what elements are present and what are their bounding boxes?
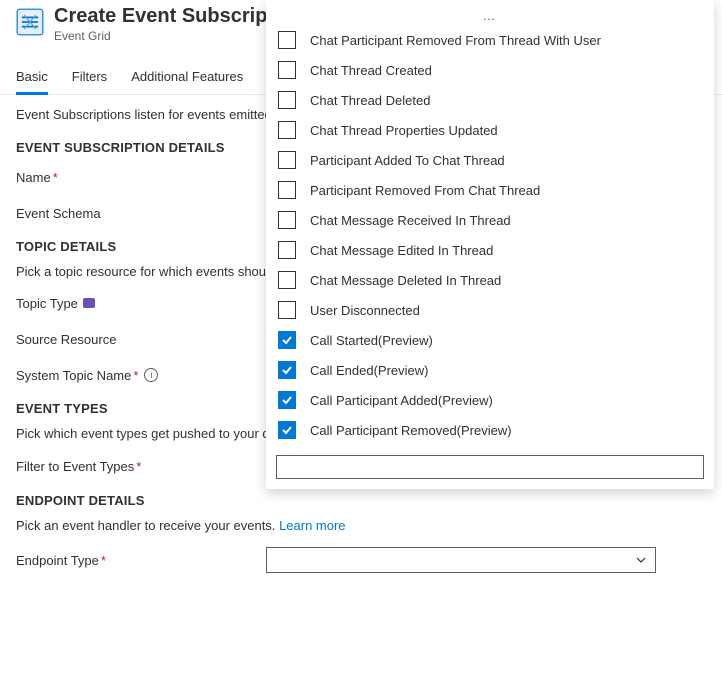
- checkbox[interactable]: [278, 271, 296, 289]
- label-topic-type: Topic Type: [16, 296, 266, 311]
- checkbox[interactable]: [278, 211, 296, 229]
- event-type-dropdown: … Chat Participant Removed From Thread W…: [266, 0, 714, 489]
- tab-basic[interactable]: Basic: [16, 61, 48, 94]
- label-event-schema: Event Schema: [16, 206, 266, 221]
- checkbox[interactable]: [278, 361, 296, 379]
- section-endpoint-details: ENDPOINT DETAILS: [16, 493, 706, 508]
- checkbox[interactable]: [278, 31, 296, 49]
- label-filter-event-types: Filter to Event Types*: [16, 459, 266, 474]
- label-system-topic-name: System Topic Name* i: [16, 368, 266, 383]
- event-type-option-label: User Disconnected: [310, 303, 420, 318]
- event-type-option-label: Chat Message Deleted In Thread: [310, 273, 501, 288]
- checkbox[interactable]: [278, 241, 296, 259]
- info-icon[interactable]: i: [144, 368, 158, 382]
- event-type-option[interactable]: Chat Message Deleted In Thread: [274, 265, 706, 295]
- tab-filters[interactable]: Filters: [72, 61, 107, 94]
- checkbox[interactable]: [278, 421, 296, 439]
- event-type-option-label: Call Participant Removed(Preview): [310, 423, 512, 438]
- options-ellipsis: …: [274, 6, 706, 25]
- event-type-option-label: Call Started(Preview): [310, 333, 433, 348]
- label-source-resource: Source Resource: [16, 332, 266, 347]
- label-name: Name*: [16, 170, 266, 185]
- event-type-option[interactable]: User Disconnected: [274, 295, 706, 325]
- event-type-option[interactable]: Chat Message Received In Thread: [274, 205, 706, 235]
- chevron-down-icon: [635, 554, 647, 566]
- event-type-option-label: Chat Thread Properties Updated: [310, 123, 498, 138]
- checkbox[interactable]: [278, 121, 296, 139]
- event-type-option[interactable]: Participant Added To Chat Thread: [274, 145, 706, 175]
- event-type-option[interactable]: Call Ended(Preview): [274, 355, 706, 385]
- event-grid-icon: [16, 8, 44, 36]
- topic-service-icon: [82, 296, 96, 310]
- event-type-option-label: Chat Participant Removed From Thread Wit…: [310, 33, 601, 48]
- event-type-options-list[interactable]: … Chat Participant Removed From Thread W…: [266, 0, 714, 449]
- checkbox[interactable]: [278, 301, 296, 319]
- desc-endpoint-details: Pick an event handler to receive your ev…: [16, 518, 706, 533]
- checkbox[interactable]: [278, 331, 296, 349]
- event-type-option-label: Call Ended(Preview): [310, 363, 429, 378]
- event-type-option[interactable]: Chat Thread Created: [274, 55, 706, 85]
- event-type-option[interactable]: Call Started(Preview): [274, 325, 706, 355]
- event-type-option[interactable]: Call Participant Added(Preview): [274, 385, 706, 415]
- endpoint-type-select[interactable]: [266, 547, 656, 573]
- checkbox[interactable]: [278, 61, 296, 79]
- event-type-option-label: Call Participant Added(Preview): [310, 393, 493, 408]
- event-type-search-input[interactable]: [276, 455, 704, 479]
- checkbox[interactable]: [278, 151, 296, 169]
- event-type-option-label: Chat Thread Deleted: [310, 93, 430, 108]
- event-type-option[interactable]: Chat Thread Deleted: [274, 85, 706, 115]
- checkbox[interactable]: [278, 91, 296, 109]
- event-type-option-label: Chat Message Received In Thread: [310, 213, 511, 228]
- checkbox[interactable]: [278, 391, 296, 409]
- tab-additional-features[interactable]: Additional Features: [131, 61, 243, 94]
- event-type-option-label: Chat Thread Created: [310, 63, 432, 78]
- event-type-option-label: Chat Message Edited In Thread: [310, 243, 493, 258]
- event-type-option-label: Participant Added To Chat Thread: [310, 153, 505, 168]
- learn-more-link[interactable]: Learn more: [279, 518, 345, 533]
- event-type-option[interactable]: Participant Removed From Chat Thread: [274, 175, 706, 205]
- label-endpoint-type: Endpoint Type*: [16, 553, 266, 568]
- event-type-option-label: Participant Removed From Chat Thread: [310, 183, 540, 198]
- event-type-option[interactable]: Call Participant Removed(Preview): [274, 415, 706, 445]
- event-type-option[interactable]: Chat Message Edited In Thread: [274, 235, 706, 265]
- checkbox[interactable]: [278, 181, 296, 199]
- event-type-option[interactable]: Chat Thread Properties Updated: [274, 115, 706, 145]
- event-type-option[interactable]: Chat Participant Removed From Thread Wit…: [274, 25, 706, 55]
